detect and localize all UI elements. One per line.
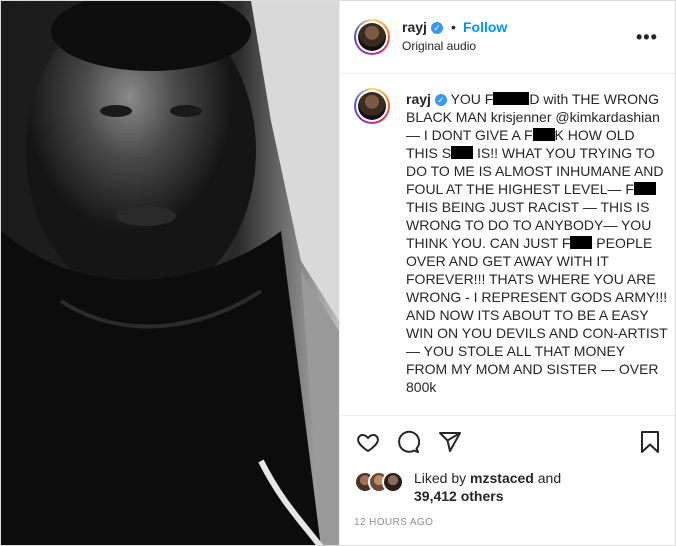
redaction-mark: [451, 146, 474, 159]
caption-username[interactable]: rayj: [406, 91, 431, 107]
liker-avatar[interactable]: [382, 471, 404, 493]
post-window: rayj ✓ • Follow Original audio ••• rayj ✓…: [0, 0, 676, 546]
post-header: rayj ✓ • Follow Original audio •••: [340, 1, 675, 74]
likes-count[interactable]: 39,412 others: [414, 488, 504, 504]
verified-badge-icon: ✓: [434, 94, 447, 107]
caption-section: rayj ✓ YOU FD with THE WRONG BLACK MAN kr…: [340, 74, 675, 414]
share-icon[interactable]: [438, 430, 462, 454]
heart-icon[interactable]: [356, 430, 380, 454]
video-frame-image: [1, 1, 339, 545]
avatar[interactable]: [354, 19, 390, 55]
post-details-pane: rayj ✓ • Follow Original audio ••• rayj ✓…: [339, 1, 675, 545]
more-options-icon[interactable]: •••: [636, 27, 658, 48]
comment-icon[interactable]: [396, 430, 420, 454]
bookmark-icon[interactable]: [638, 430, 662, 454]
redaction-mark: [633, 182, 656, 195]
audio-label[interactable]: Original audio: [402, 39, 476, 53]
caption-segment: YOU F: [450, 91, 494, 107]
action-bar: [340, 415, 675, 462]
caption-segment: PEOPLE OVER AND GET AWAY WITH IT FOREVER…: [406, 235, 672, 395]
redaction-mark: [493, 92, 530, 105]
likes-and: and: [533, 470, 562, 486]
separator-dot: •: [451, 19, 456, 35]
author-username[interactable]: rayj: [402, 19, 427, 35]
likes-summary: Liked by mzstaced and 39,412 others: [354, 469, 664, 509]
post-timestamp[interactable]: 12 HOURS AGO: [354, 517, 433, 528]
follow-button[interactable]: Follow: [463, 19, 507, 35]
caption-text: rayj ✓ YOU FD with THE WRONG BLACK MAN kr…: [406, 90, 668, 396]
liker-username[interactable]: mzstaced: [470, 470, 534, 486]
post-video[interactable]: [1, 1, 339, 545]
caption-body: YOU FD with THE WRONG BLACK MAN krisjenn…: [406, 91, 671, 395]
caption-avatar[interactable]: [354, 88, 390, 124]
likes-text: Liked by mzstaced and 39,412 others: [414, 469, 561, 505]
likes-prefix: Liked by: [414, 470, 471, 486]
redaction-mark: [570, 236, 593, 249]
redaction-mark: [532, 128, 555, 141]
verified-badge-icon: ✓: [431, 22, 443, 34]
